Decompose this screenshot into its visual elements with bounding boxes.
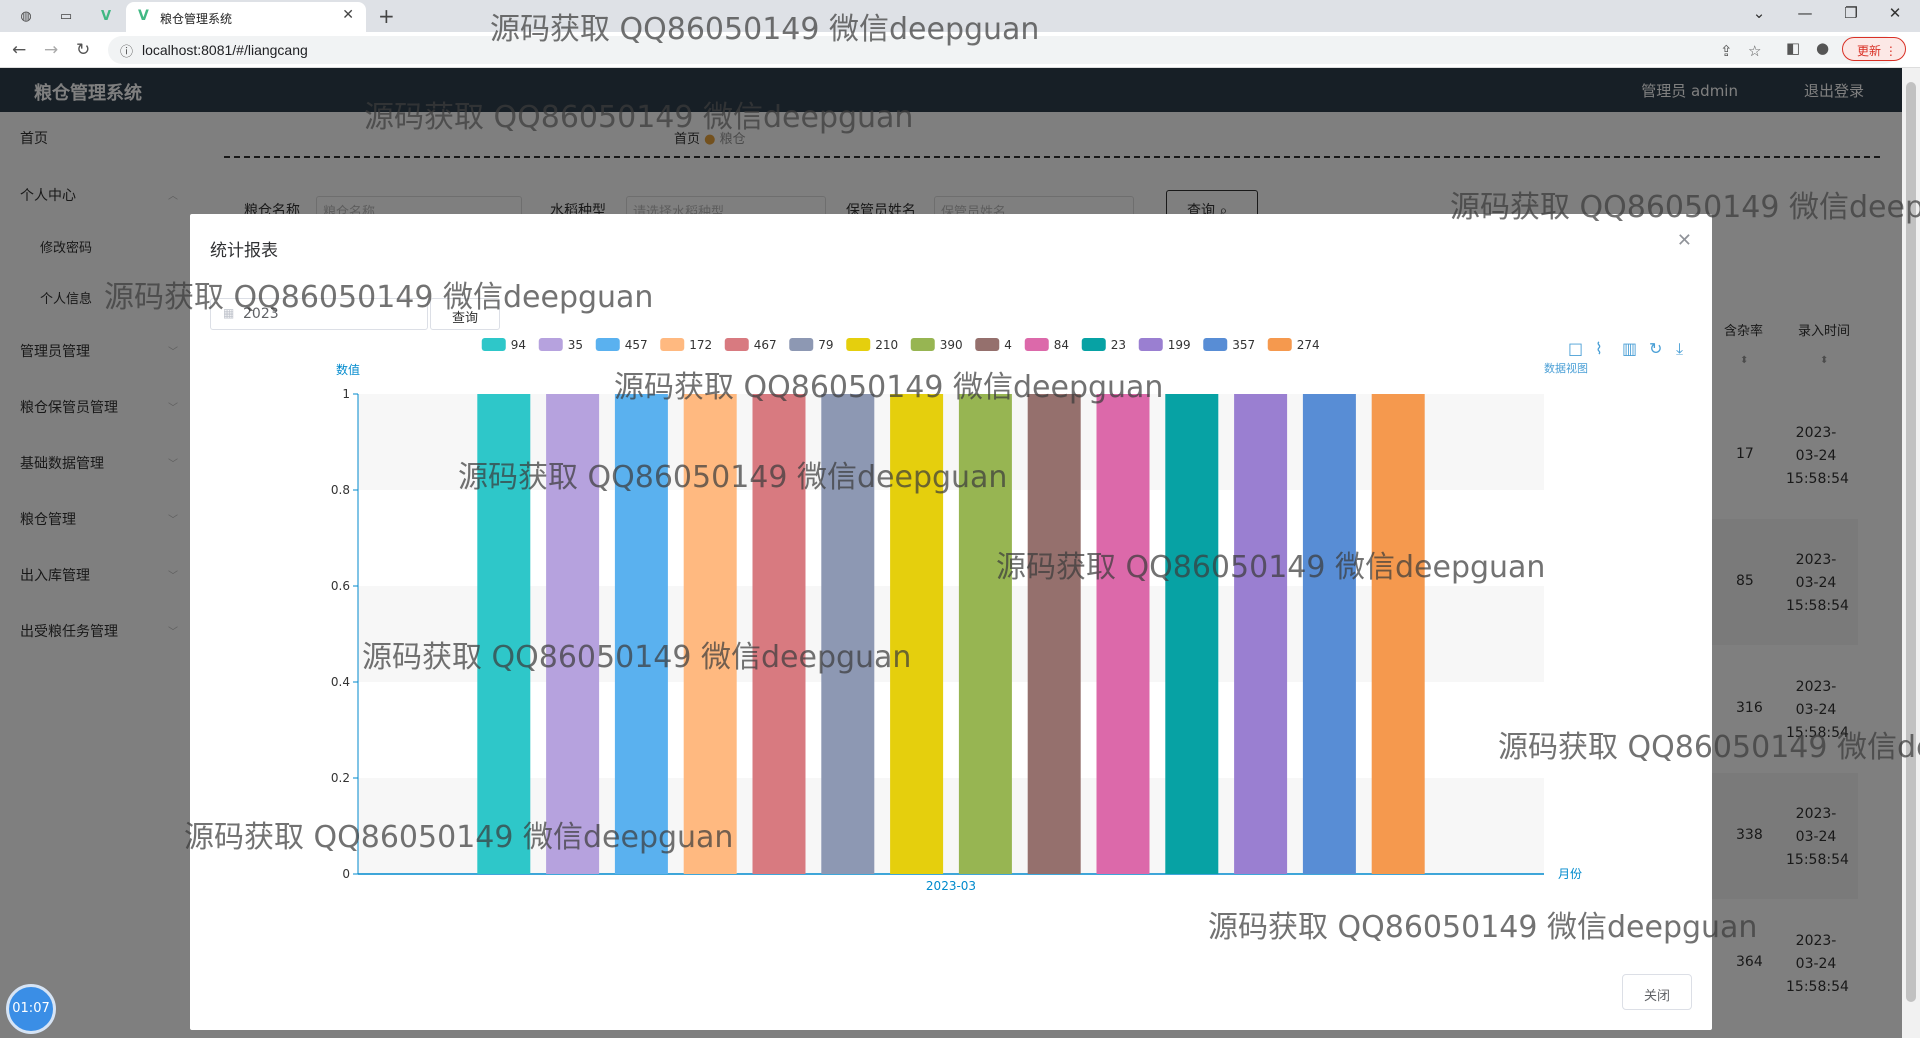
reload-icon[interactable]: ↻ [76,40,90,60]
update-button[interactable]: 更新 ⋮ [1842,37,1906,61]
back-icon[interactable]: ← [12,40,26,60]
bar [1165,394,1219,874]
active-browser-tab[interactable]: V 粮仓管理系统 ✕ [126,2,366,32]
legend-label: 390 [940,338,963,352]
minimize-icon[interactable]: — [1790,4,1820,22]
legend-swatch [789,338,814,351]
watermark-text: 源码获取 QQ86050149 微信deepguan [184,820,734,855]
url-text: localhost:8081/#/liangcang [142,42,308,58]
legend-swatch [846,338,871,351]
bar [1371,394,1425,874]
bar [1096,394,1150,874]
bar [1302,394,1356,874]
x-tick-label: 2023-03 [926,879,976,893]
vue-tab-icon[interactable]: V [96,6,116,26]
legend-swatch [481,338,506,351]
close-tab-icon[interactable]: ✕ [342,7,354,23]
download-icon[interactable]: ⤓ [1676,339,1683,358]
watermark-text: 源码获取 QQ86050149 微信deepguan [1208,910,1758,945]
legend-swatch [538,338,563,351]
sidepanel-icon[interactable]: ◧ [1786,39,1800,57]
watermark-text: 源码获取 QQ86050149 微信deepguan [362,640,912,675]
legend-label: 357 [1232,338,1255,352]
y-tick-label: 0 [342,867,350,881]
legend-label: 467 [754,338,777,352]
share-icon[interactable]: ⇪ [1720,42,1733,60]
watermark-text: 源码获取 QQ86050149 微信deepguan [996,550,1546,585]
legend-label: 94 [511,338,526,352]
data-view-icon[interactable]: □ [1568,339,1583,358]
legend-swatch [595,338,620,351]
legend-label: 210 [875,338,898,352]
legend-swatch [1024,338,1049,351]
legend-swatch [660,338,685,351]
y-tick-label: 0.2 [331,771,350,785]
watermark-text: 源码获取 QQ86050149 微信deepguan [458,460,1008,495]
y-tick-label: 0.6 [331,579,350,593]
tab-icon-2[interactable]: ▭ [56,6,76,26]
close-window-icon[interactable]: ✕ [1880,4,1910,22]
legend-label: 199 [1168,338,1191,352]
bar-chart-icon[interactable]: ▥ [1622,339,1637,358]
legend-label: 457 [625,338,648,352]
watermark-text: 源码获取 QQ86050149 微信deepguan [104,280,654,315]
restore-icon[interactable]: ❐ [1836,4,1866,22]
legend-label: 172 [689,338,712,352]
legend-swatch [1203,338,1228,351]
legend-label: 274 [1297,338,1320,352]
tab-icon-1[interactable]: ◍ [16,6,36,26]
watermark-text: 源码获取 QQ86050149 微信deepguan [1450,190,1920,225]
split-area [358,682,1544,778]
profile-icon[interactable]: ● [1816,39,1829,57]
legend-swatch [1267,338,1292,351]
vue-favicon-icon: V [138,8,149,24]
legend-label: 23 [1111,338,1126,352]
legend-label: 84 [1054,338,1069,352]
watermark-text: 源码获取 QQ86050149 微信deepguan [614,370,1164,405]
legend-swatch [1138,338,1163,351]
watermark-text: 源码获取 QQ86050149 微信deepguan [1498,730,1920,765]
close-button-label: 关闭 [1644,989,1671,1004]
y-tick-label: 0.4 [331,675,350,689]
watermark-text: 源码获取 QQ86050149 微信deepguan [490,12,1040,47]
tab-title: 粮仓管理系统 [160,12,233,26]
legend-swatch [910,338,935,351]
forward-icon[interactable]: → [44,40,58,60]
y-axis-label: 数值 [336,362,360,377]
bar [1027,394,1081,874]
restore-icon[interactable]: ↻ [1649,339,1662,358]
legend-swatch [1081,338,1106,351]
bar [1234,394,1288,874]
line-chart-icon[interactable]: ⌇ [1595,339,1603,358]
toolbox-tooltip: 数据视图 [1544,361,1588,375]
legend-label: 4 [1004,338,1012,352]
legend-swatch [724,338,749,351]
legend-swatch [975,338,1000,351]
new-tab-icon[interactable]: + [378,4,395,28]
legend-label: 35 [568,338,583,352]
watermark-text: 源码获取 QQ86050149 微信deepguan [364,100,914,135]
timer-badge[interactable]: 01:07 [6,984,56,1034]
close-button[interactable]: 关闭 [1622,974,1692,1010]
y-tick-label: 1 [342,387,350,401]
update-label: 更新 [1857,44,1882,58]
x-axis-label: 月份 [1558,867,1582,881]
legend-label: 79 [818,338,833,352]
info-icon[interactable]: ⓘ [120,41,133,60]
chevron-down-icon[interactable]: ⌄ [1744,4,1774,22]
star-icon[interactable]: ☆ [1748,42,1761,60]
y-tick-label: 0.8 [331,483,350,497]
